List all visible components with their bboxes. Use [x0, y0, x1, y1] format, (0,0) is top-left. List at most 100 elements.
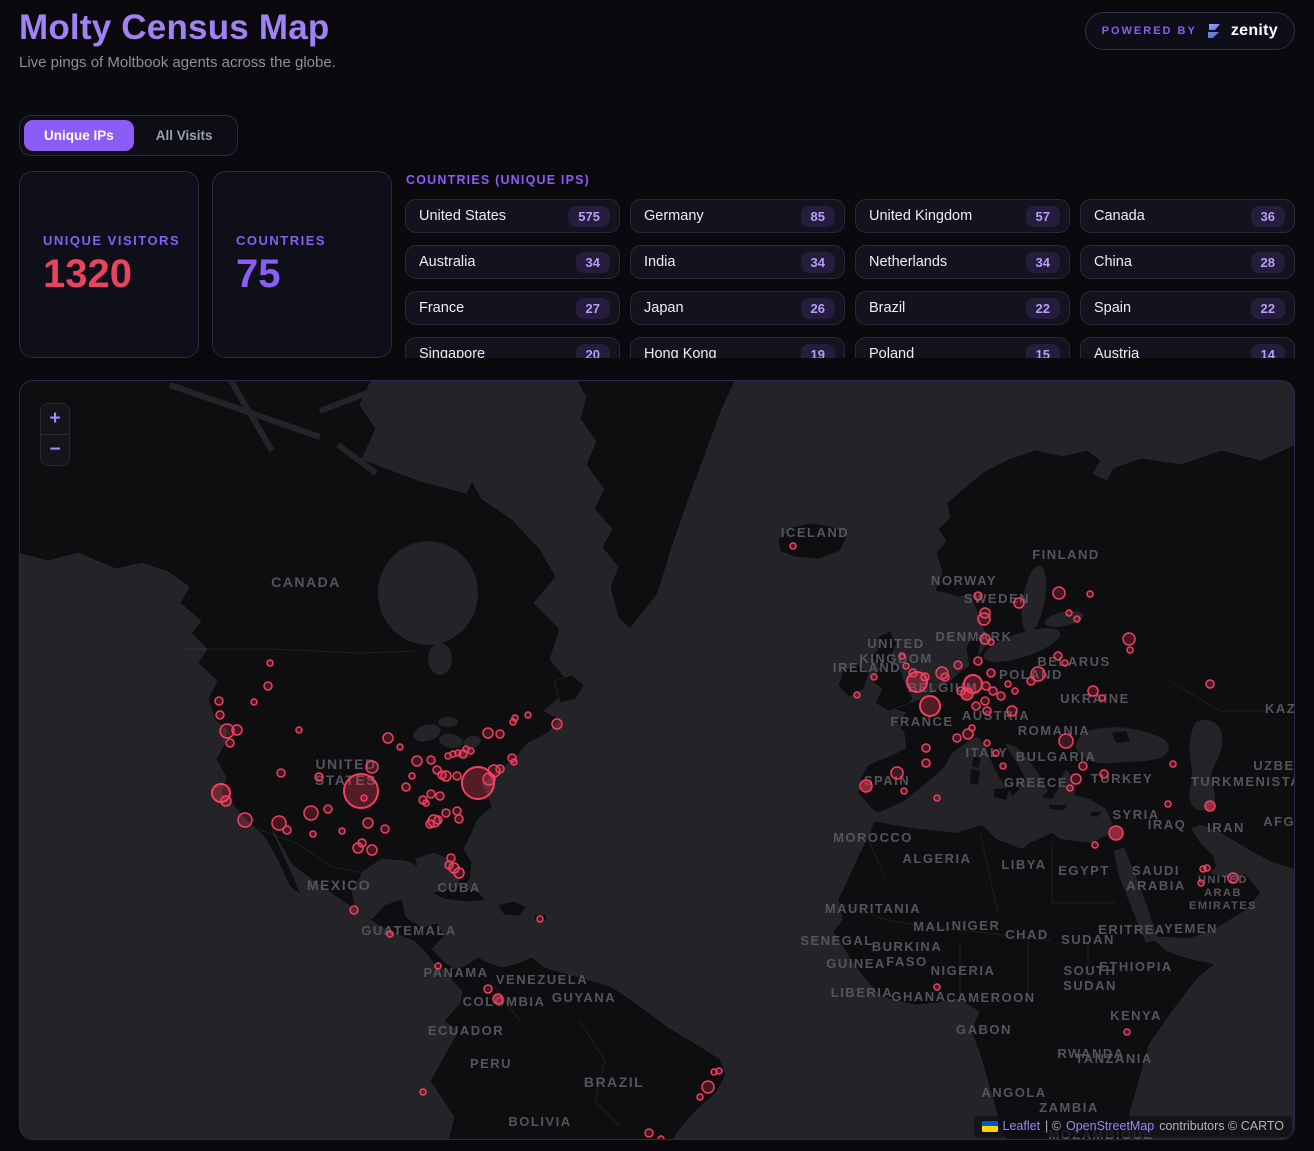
map-ping-marker[interactable] — [921, 673, 929, 681]
map-ping-marker[interactable] — [1059, 734, 1073, 748]
map-ping-marker[interactable] — [1100, 770, 1108, 778]
map-ping-marker[interactable] — [363, 818, 373, 828]
map-ping-marker[interactable] — [1206, 680, 1214, 688]
map-ping-marker[interactable] — [315, 773, 323, 781]
zoom-out-button[interactable]: − — [41, 435, 69, 465]
map-ping-marker[interactable] — [1054, 652, 1062, 660]
map-ping-marker[interactable] — [974, 592, 982, 600]
map-ping-marker[interactable] — [984, 740, 990, 746]
map-ping-marker[interactable] — [901, 788, 907, 794]
map-ping-marker[interactable] — [525, 712, 531, 718]
map-ping-marker[interactable] — [702, 1081, 714, 1093]
map-ping-marker[interactable] — [1079, 762, 1087, 770]
map-ping-marker[interactable] — [1067, 785, 1073, 791]
map-ping-marker[interactable] — [215, 697, 223, 705]
map-ping-marker[interactable] — [981, 697, 989, 705]
map-ping-marker[interactable] — [922, 744, 930, 752]
map-ping-marker[interactable] — [972, 702, 980, 710]
map-ping-marker[interactable] — [441, 771, 451, 781]
map-ping-marker[interactable] — [903, 663, 909, 669]
map-ping-marker[interactable] — [383, 733, 393, 743]
map-ping-marker[interactable] — [954, 661, 962, 669]
map-ping-marker[interactable] — [512, 715, 518, 721]
tab-all-visits[interactable]: All Visits — [136, 120, 233, 151]
map-ping-marker[interactable] — [366, 761, 378, 773]
leaflet-link[interactable]: Leaflet — [1003, 1119, 1041, 1133]
map-ping-marker[interactable] — [445, 861, 453, 869]
map-ping-marker[interactable] — [420, 1089, 426, 1095]
map-ping-marker[interactable] — [934, 795, 940, 801]
map-ping-marker[interactable] — [1109, 826, 1123, 840]
map-ping-marker[interactable] — [436, 792, 444, 800]
tab-unique-ips[interactable]: Unique IPs — [24, 120, 134, 151]
map-ping-marker[interactable] — [1092, 842, 1098, 848]
map-ping-marker[interactable] — [1053, 587, 1065, 599]
map-ping-marker[interactable] — [339, 828, 345, 834]
map-ping-marker[interactable] — [988, 639, 994, 645]
map-ping-marker[interactable] — [1204, 865, 1210, 871]
map-ping-marker[interactable] — [324, 805, 332, 813]
map-ping-marker[interactable] — [511, 759, 517, 765]
map-ping-marker[interactable] — [1066, 610, 1072, 616]
map-ping-marker[interactable] — [957, 687, 965, 695]
map-ping-marker[interactable] — [221, 796, 231, 806]
map-ping-marker[interactable] — [871, 674, 877, 680]
map-ping-marker[interactable] — [296, 727, 302, 733]
map-ping-marker[interactable] — [987, 669, 995, 677]
map-ping-marker[interactable] — [645, 1129, 653, 1137]
map-ping-marker[interactable] — [1088, 686, 1098, 696]
map-ping-marker[interactable] — [264, 682, 272, 690]
map-ping-marker[interactable] — [978, 613, 990, 625]
map-ping-marker[interactable] — [1087, 591, 1093, 597]
map-ping-marker[interactable] — [983, 707, 991, 715]
powered-by-badge[interactable]: POWERED BY zenity — [1085, 12, 1295, 50]
map-ping-marker[interactable] — [216, 711, 224, 719]
map-ping-marker[interactable] — [969, 725, 975, 731]
map-ping-marker[interactable] — [226, 739, 234, 747]
map-ping-marker[interactable] — [427, 790, 435, 798]
map-ping-marker[interactable] — [387, 931, 393, 937]
map-ping-marker[interactable] — [358, 839, 366, 847]
map-ping-marker[interactable] — [989, 687, 997, 695]
map-ping-marker[interactable] — [267, 660, 273, 666]
map-ping-marker[interactable] — [251, 699, 257, 705]
map-ping-marker[interactable] — [344, 774, 378, 808]
map-ping-marker[interactable] — [790, 543, 796, 549]
map-ping-marker[interactable] — [658, 1136, 664, 1140]
map-ping-marker[interactable] — [453, 807, 461, 815]
map-ping-marker[interactable] — [697, 1094, 703, 1100]
map-ping-marker[interactable] — [423, 800, 429, 806]
map-ping-marker[interactable] — [934, 984, 940, 990]
map-ping-marker[interactable] — [1000, 763, 1006, 769]
map-ping-marker[interactable] — [953, 734, 961, 742]
map-ping-marker[interactable] — [232, 725, 242, 735]
map-ping-marker[interactable] — [1123, 633, 1135, 645]
map-ping-marker[interactable] — [367, 845, 377, 855]
openstreetmap-link[interactable]: OpenStreetMap — [1066, 1119, 1154, 1133]
map-ping-marker[interactable] — [350, 906, 358, 914]
map-ping-marker[interactable] — [1074, 616, 1080, 622]
map-ping-marker[interactable] — [1170, 761, 1176, 767]
map-ping-marker[interactable] — [920, 696, 940, 716]
map-ping-marker[interactable] — [716, 1068, 722, 1074]
map-ping-marker[interactable] — [1124, 1029, 1130, 1035]
world-map[interactable]: ICELANDCANADAFINLANDNORWAYSWEDENDENMARKU… — [20, 381, 1295, 1140]
map-ping-marker[interactable] — [1071, 774, 1081, 784]
map-ping-marker[interactable] — [238, 813, 252, 827]
map-ping-marker[interactable] — [283, 826, 291, 834]
map-ping-marker[interactable] — [1014, 598, 1024, 608]
map-ping-marker[interactable] — [854, 692, 860, 698]
map-ping-marker[interactable] — [552, 719, 562, 729]
map-ping-marker[interactable] — [496, 730, 504, 738]
map-ping-marker[interactable] — [381, 825, 389, 833]
map-ping-marker[interactable] — [454, 868, 464, 878]
map-ping-marker[interactable] — [453, 772, 461, 780]
map-ping-marker[interactable] — [941, 673, 949, 681]
map-ping-marker[interactable] — [397, 744, 403, 750]
map-ping-marker[interactable] — [483, 728, 493, 738]
map-ping-marker[interactable] — [427, 756, 435, 764]
map-ping-marker[interactable] — [909, 669, 917, 677]
map-ping-marker[interactable] — [483, 773, 495, 785]
map-ping-marker[interactable] — [922, 759, 930, 767]
map-ping-marker[interactable] — [402, 783, 410, 791]
